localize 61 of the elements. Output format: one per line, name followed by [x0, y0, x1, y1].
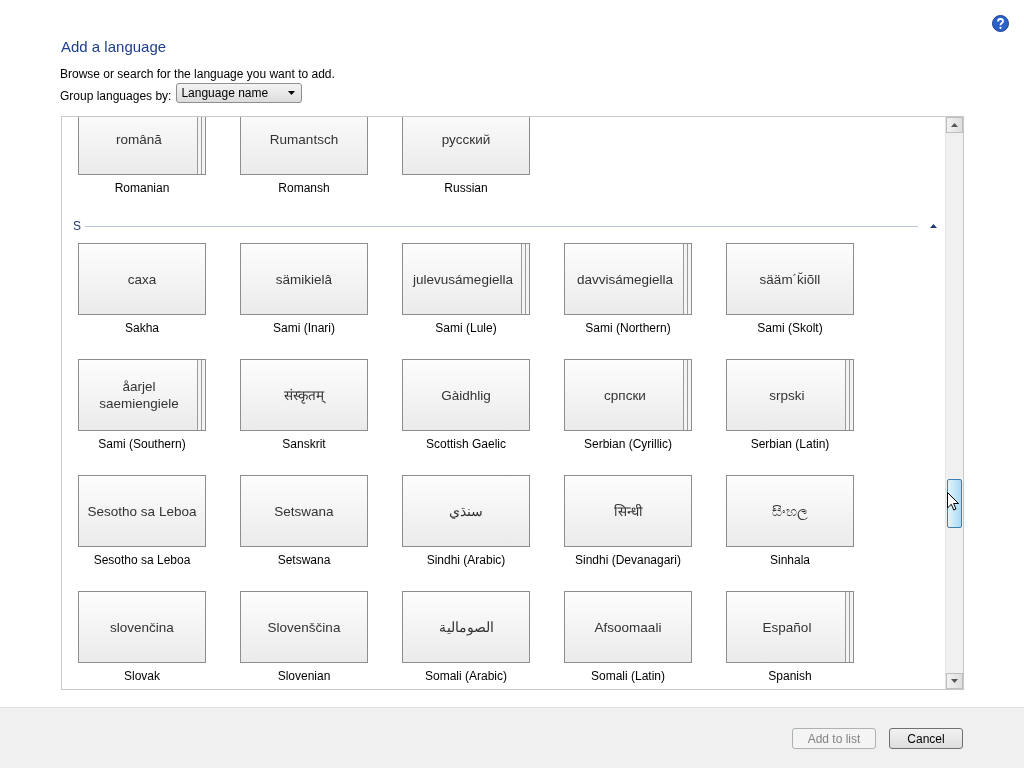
language-name: Slovak: [124, 668, 160, 684]
language-tile[interactable]: Sesotho sa Leboa: [78, 475, 206, 547]
language-tile[interactable]: åarjel saemiengiele: [78, 359, 206, 431]
language-tile[interactable]: slovenčina: [78, 591, 206, 663]
group-by-label: Group languages by:: [60, 89, 172, 103]
language-name: Serbian (Latin): [750, 436, 830, 452]
language-name: Somali (Arabic): [425, 668, 507, 684]
scrollbar[interactable]: [945, 117, 963, 689]
language-tile[interactable]: සිංහල: [726, 475, 854, 547]
language-name: Setswana: [277, 552, 331, 568]
up-arrow-icon: [951, 123, 958, 127]
language-tile[interactable]: सिन्धी: [564, 475, 692, 547]
language-name: Sami (Southern): [98, 436, 186, 452]
language-tile[interactable]: Español: [726, 591, 854, 663]
language-name: Romansh: [278, 180, 330, 196]
language-tile[interactable]: русский: [402, 117, 530, 175]
language-tile[interactable]: Setswana: [240, 475, 368, 547]
language-name: Sinhala: [770, 552, 810, 568]
scroll-up-button[interactable]: [946, 117, 963, 133]
cursor-icon: [947, 492, 959, 511]
language-tile[interactable]: سنڌي: [402, 475, 530, 547]
help-icon[interactable]: [992, 15, 1009, 32]
language-name: Sesotho sa Leboa: [93, 552, 191, 568]
language-tile[interactable]: srpski: [726, 359, 854, 431]
language-name: Spanish: [768, 668, 812, 684]
language-name: Slovenian: [277, 668, 331, 684]
language-tile[interactable]: julevusámegiella: [402, 243, 530, 315]
instruction-text: Browse or search for the language you want to add.: [60, 67, 336, 82]
caret-icon: [288, 91, 296, 95]
language-tile[interactable]: Afsoomaali: [564, 591, 692, 663]
language-name: Scottish Gaelic: [425, 436, 506, 452]
scroll-down-button[interactable]: [946, 673, 963, 689]
language-tile[interactable]: संस्कृतम्: [240, 359, 368, 431]
language-name: Serbian (Cyrillic): [584, 436, 672, 452]
language-name: Sami (Skolt): [757, 320, 823, 336]
language-tile[interactable]: الصومالية: [402, 591, 530, 663]
down-arrow-icon: [951, 679, 958, 683]
language-tile[interactable]: sääm´ǩiõll: [726, 243, 854, 315]
section-letter: S: [73, 219, 82, 233]
language-name: Sindhi (Arabic): [426, 552, 506, 568]
group-by-dropdown[interactable]: Language name: [176, 83, 303, 103]
collapse-icon[interactable]: [930, 224, 937, 228]
language-name: Sami (Lule): [435, 320, 497, 336]
language-tile[interactable]: sämikielâ: [240, 243, 368, 315]
language-tile[interactable]: Rumantsch: [240, 117, 368, 175]
language-name: Sindhi (Devanagari): [574, 552, 682, 568]
language-tile[interactable]: Slovenščina: [240, 591, 368, 663]
language-name: Somali (Latin): [591, 668, 665, 684]
language-tile[interactable]: caxa: [78, 243, 206, 315]
language-tile[interactable]: davvisámegiella: [564, 243, 692, 315]
language-name: Russian: [444, 180, 488, 196]
language-tile[interactable]: српски: [564, 359, 692, 431]
language-name: Sami (Northern): [585, 320, 671, 336]
language-tile[interactable]: Gàidhlig: [402, 359, 530, 431]
language-name: Sanskrit: [282, 436, 326, 452]
language-tile[interactable]: română: [78, 117, 206, 175]
cancel-button[interactable]: Cancel: [889, 728, 963, 749]
language-name: Romanian: [114, 180, 170, 196]
language-name: Sakha: [125, 320, 159, 336]
language-name: Sami (Inari): [273, 320, 335, 336]
dialog-title: Add a language: [61, 37, 168, 56]
